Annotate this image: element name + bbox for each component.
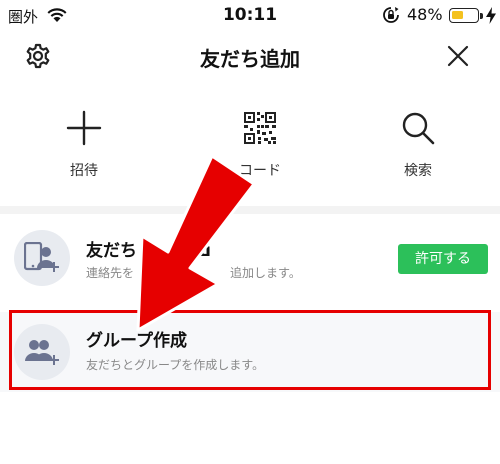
auto-add-title-tail: ш <box>193 241 212 261</box>
search-icon <box>402 112 435 145</box>
add-method-row: 招待 コード 検索 <box>0 110 500 190</box>
invite-label: 招待 <box>70 163 98 179</box>
section-divider <box>0 206 500 214</box>
auto-add-subtitle-start: 連絡先を <box>86 266 135 280</box>
search-button[interactable]: 検索 <box>368 110 468 190</box>
page-title: 友だち追加 <box>200 47 300 71</box>
highlight-box <box>9 310 491 390</box>
phone-contact-icon <box>14 230 70 286</box>
qr-code-label: コード <box>239 163 281 179</box>
battery-icon <box>449 8 479 23</box>
auto-add-subtitle: 連絡先を 追加します。 <box>86 264 301 281</box>
invite-button[interactable]: 招待 <box>34 110 134 190</box>
auto-add-friends-item[interactable]: 友だち ш 連絡先を 追加します。 許可する <box>0 214 500 304</box>
battery-level <box>452 11 464 19</box>
allow-button[interactable]: 許可する <box>398 244 488 274</box>
search-label: 検索 <box>404 163 432 179</box>
charging-bolt-icon <box>486 7 496 24</box>
battery-percent: 48% <box>407 5 443 24</box>
auto-add-subtitle-end: 追加します。 <box>230 266 301 280</box>
header: 友だち追加 <box>0 32 500 82</box>
orientation-lock-icon <box>383 7 399 23</box>
close-icon[interactable] <box>446 44 470 68</box>
auto-add-title-text: 友だち <box>86 241 137 261</box>
auto-add-title: 友だち ш <box>86 236 211 261</box>
plus-icon <box>66 110 102 146</box>
qr-code-button[interactable]: コード <box>210 110 310 190</box>
qr-code-icon <box>244 112 276 144</box>
battery-nub <box>480 13 483 19</box>
status-bar: 圏外 10:11 48% <box>0 0 500 32</box>
